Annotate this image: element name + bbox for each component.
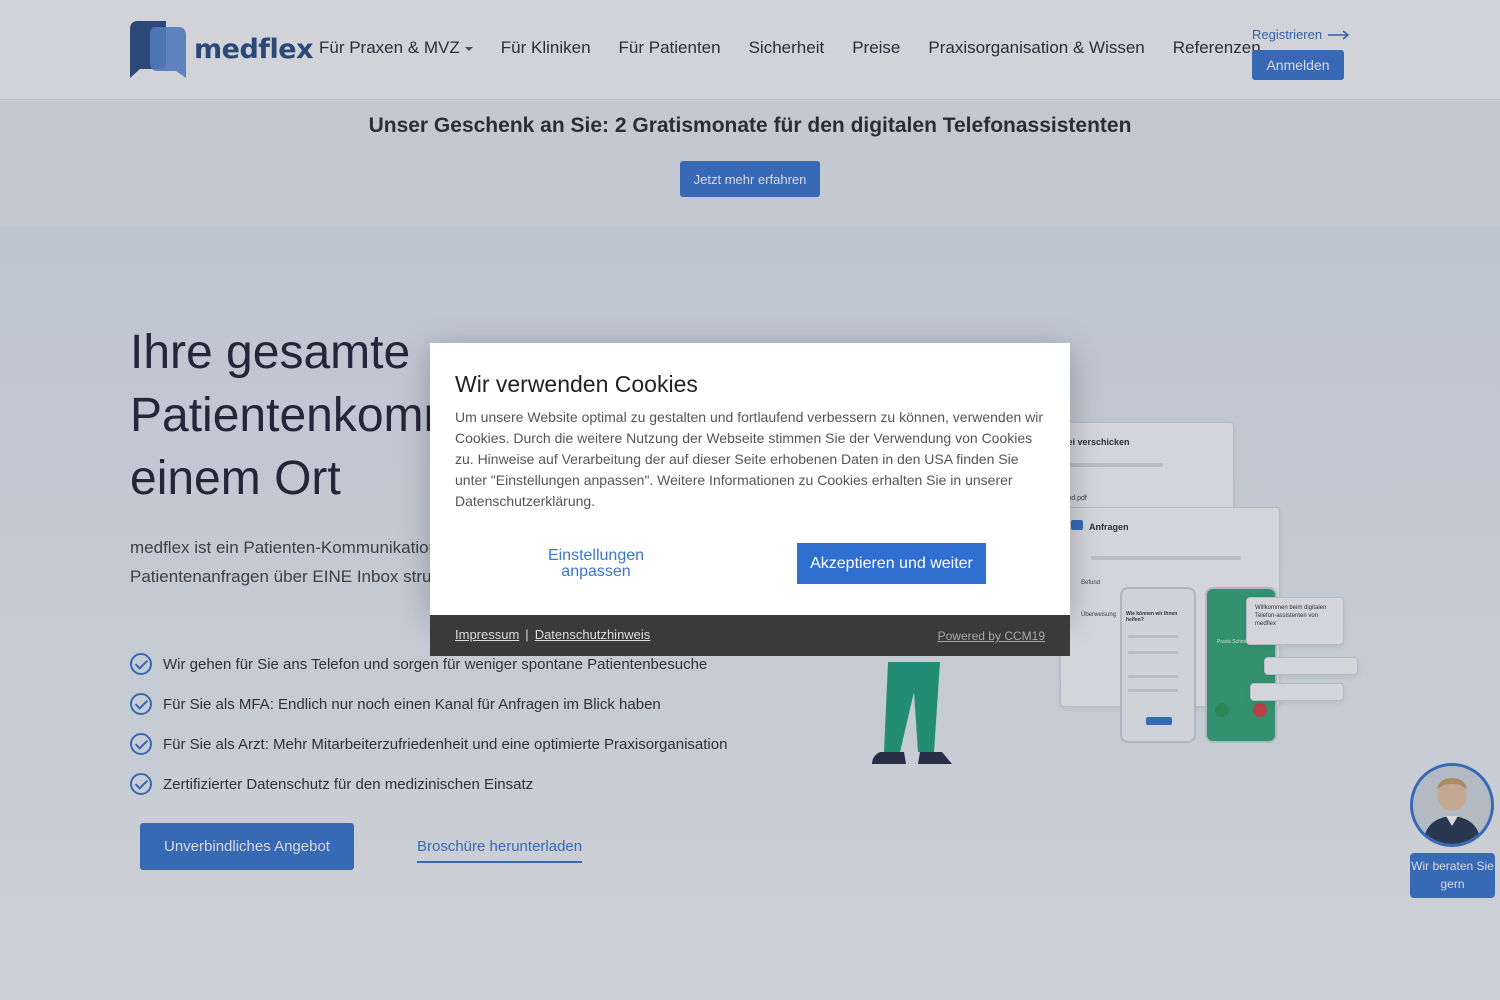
impressum-link[interactable]: Impressum xyxy=(455,627,519,642)
cookie-accept-button[interactable]: Akzeptieren und weiter xyxy=(797,543,986,584)
powered-by-link[interactable]: Powered by CCM19 xyxy=(938,629,1045,643)
privacy-link[interactable]: Datenschutzhinweis xyxy=(535,627,651,642)
cookie-text: Um unsere Website optimal zu gestalten u… xyxy=(455,409,1044,509)
link-separator: | xyxy=(525,627,529,642)
cookie-footer-links: Impressum | Datenschutzhinweis xyxy=(455,627,650,642)
cookie-settings-button[interactable]: Einstellungen anpassen xyxy=(537,548,655,580)
cookie-consent-dialog: Wir verwenden Cookies Um unsere Website … xyxy=(430,343,1070,615)
cookie-dialog-footer: Impressum | Datenschutzhinweis Powered by … xyxy=(430,615,1070,656)
cookie-title: Wir verwenden Cookies xyxy=(455,371,698,397)
